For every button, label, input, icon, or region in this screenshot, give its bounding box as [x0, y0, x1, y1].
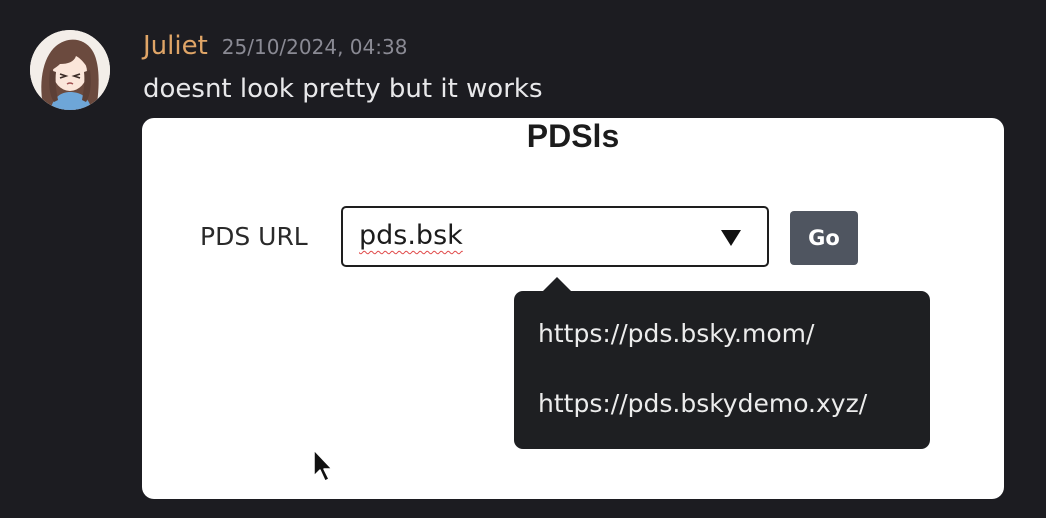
- url-suggestions-dropdown: https://pds.bsky.mom/ https://pds.bskyde…: [514, 277, 930, 449]
- message-timestamp: 25/10/2024, 04:38: [221, 35, 408, 59]
- avatar[interactable]: [30, 30, 110, 110]
- dropdown-pointer: [542, 277, 572, 292]
- message-text: doesnt look pretty but it works: [143, 74, 543, 104]
- message-header: Juliet 25/10/2024, 04:38: [143, 31, 407, 61]
- app-title: PDSls: [142, 118, 1004, 155]
- app-title-text: PDSls: [526, 118, 620, 154]
- author-name[interactable]: Juliet: [143, 31, 208, 61]
- suggestion-item[interactable]: https://pds.bskydemo.xyz/: [538, 389, 867, 418]
- pds-url-value: pds.bsk: [359, 220, 463, 251]
- suggestion-item[interactable]: https://pds.bsky.mom/: [538, 319, 814, 348]
- dropdown-caret-icon[interactable]: [721, 230, 741, 246]
- avatar-image: [30, 30, 110, 110]
- chat-message: Juliet 25/10/2024, 04:38 doesnt look pre…: [0, 0, 1046, 518]
- pds-url-input[interactable]: pds.bsk: [341, 206, 769, 267]
- go-button[interactable]: Go: [790, 211, 858, 265]
- pds-url-label: PDS URL: [200, 222, 308, 251]
- image-attachment[interactable]: PDSls PDS URL pds.bsk Go https://pds.bsk…: [142, 118, 1004, 499]
- mouse-cursor-icon: [312, 448, 336, 488]
